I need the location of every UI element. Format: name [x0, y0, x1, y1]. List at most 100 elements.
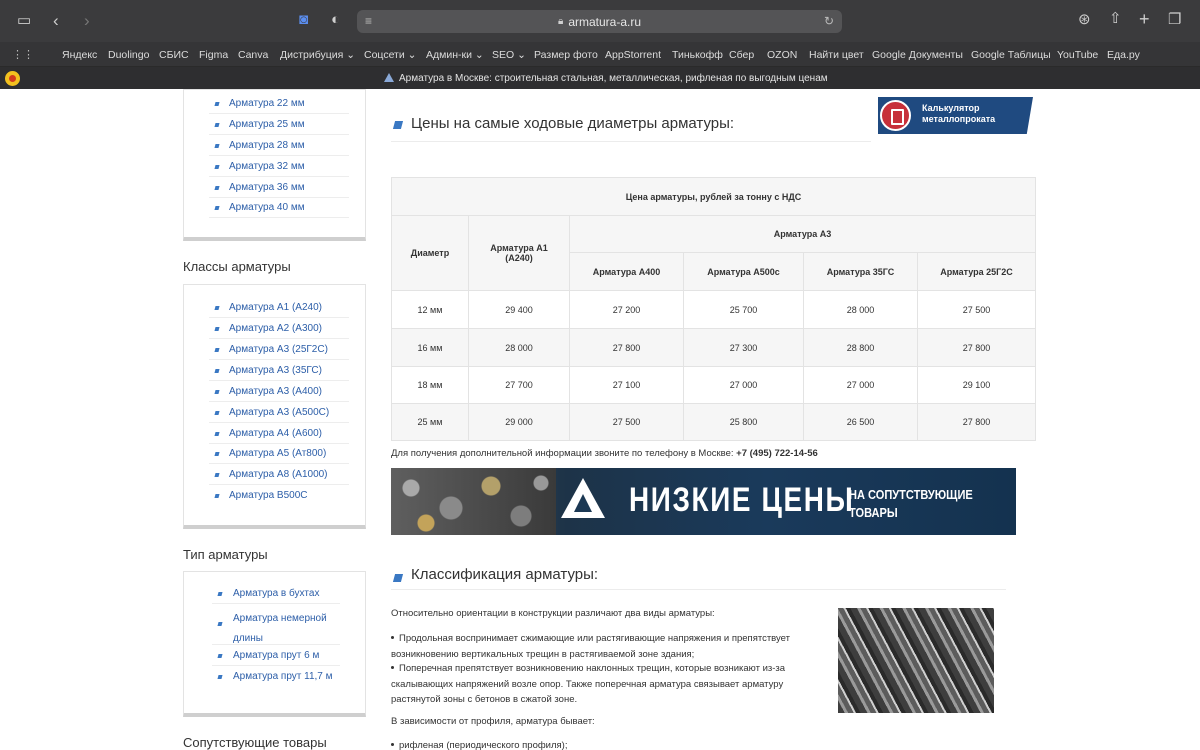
sidebar-item-28mm[interactable]: Арматура 28 мм — [229, 140, 305, 151]
cell-price: 26 500 — [803, 403, 918, 441]
col-header-a1: Арматура А1 (А240) — [468, 215, 570, 291]
bookmark-google-sheets[interactable]: Google Таблицы — [971, 49, 1051, 61]
cell-price: 29 400 — [468, 290, 570, 329]
cell-price: 27 000 — [803, 366, 918, 404]
col-header-35gs: Арматура 35ГС — [803, 252, 918, 291]
classification-title: Классификация арматуры: — [411, 566, 599, 583]
table-row: 12 мм 29 400 27 200 25 700 28 000 27 500 — [391, 290, 1036, 329]
sidebar-icon[interactable]: ▭ — [17, 13, 31, 28]
sidebar-item-25mm[interactable]: Арматура 25 мм — [229, 119, 305, 130]
cell-price: 29 100 — [917, 366, 1036, 404]
sidebar-item-a2[interactable]: Арматура А2 (А300) — [229, 323, 322, 334]
bookmark-tinkoff[interactable]: Тинькофф — [672, 49, 723, 61]
sidebar-item-a3-35gs[interactable]: Арматура А3 (35ГС) — [229, 365, 322, 376]
reader-icon[interactable]: ≡ — [365, 14, 372, 28]
apps-grid-icon[interactable]: ⋮⋮ — [12, 48, 34, 61]
bookmark-duolingo[interactable]: Duolingo — [108, 49, 149, 61]
col-header-25g2s: Арматура 25Г2С — [917, 252, 1036, 291]
bookmark-sbis[interactable]: СБИС — [159, 49, 189, 61]
sidebar-item-a3-a500c[interactable]: Арматура А3 (А500С) — [229, 407, 329, 418]
divider — [209, 176, 349, 177]
bookmark-seo[interactable]: SEO ⌄ — [492, 49, 526, 61]
banner-subline: НА СОПУТСТВУЮЩИЕ ТОВАРЫ — [849, 486, 973, 522]
divider — [209, 197, 349, 198]
cell-price: 27 500 — [917, 290, 1036, 329]
col-header-a400: Арматура А400 — [569, 252, 684, 291]
cell-price: 27 500 — [569, 403, 684, 441]
classification-item-text: Поперечная препятствует возникновению на… — [391, 663, 786, 705]
bookmark-google-docs[interactable]: Google Документы — [872, 49, 963, 61]
sidebar-item-22mm[interactable]: Арматура 22 мм — [229, 98, 305, 109]
bookmark-youtube[interactable]: YouTube — [1057, 49, 1098, 61]
share-icon[interactable]: ⇧ — [1109, 11, 1122, 26]
bookmark-appstorrent[interactable]: AppStorrent — [605, 49, 661, 61]
bookmark-eda[interactable]: Еда.ру — [1107, 49, 1140, 61]
forward-icon[interactable]: › — [84, 12, 90, 29]
bookmark-socials[interactable]: Соцсети ⌄ — [364, 49, 416, 61]
sidebar-item-a3-25g2s[interactable]: Арматура А3 (25Г2С) — [229, 344, 328, 355]
bookmark-ozon[interactable]: OZON — [767, 49, 797, 61]
bookmark-admin[interactable]: Админ-ки ⌄ — [426, 49, 484, 61]
bookmark-yandex[interactable]: Яндекс — [62, 49, 97, 61]
sidebar-related-title: Сопутствующие товары — [183, 735, 327, 750]
sidebar-item-a1[interactable]: Арматура А1 (А240) — [229, 302, 322, 313]
bookmark-photo-size[interactable]: Размер фото — [534, 49, 598, 61]
sidebar-item-random-length[interactable]: Арматура немерной длины — [233, 609, 333, 649]
tab-active[interactable]: Арматура в Москве: строительная стальная… — [384, 72, 828, 84]
cell-price: 25 800 — [683, 403, 804, 441]
divider — [212, 644, 340, 645]
classification-item: Поперечная препятствует возникновению на… — [391, 661, 816, 708]
extension-icon[interactable] — [5, 71, 20, 86]
cell-diameter: 25 мм — [391, 403, 469, 441]
back-icon[interactable]: ‹ — [53, 12, 59, 29]
pocket-icon[interactable]: ◙ — [299, 12, 308, 27]
tab-title-text: Арматура в Москве: строительная стальная… — [399, 73, 828, 84]
classification-item-text: Продольная воспринимает сжимающие или ра… — [391, 633, 790, 660]
tabs-overview-icon[interactable]: ❐ — [1168, 12, 1181, 27]
profile-intro: В зависимости от профиля, арматура бывае… — [391, 716, 595, 727]
cell-price: 27 800 — [569, 328, 684, 367]
shield-icon[interactable]: ◐ — [331, 12, 340, 27]
cell-price: 27 000 — [683, 366, 804, 404]
bookmark-figma[interactable]: Figma — [199, 49, 228, 61]
bullet-icon — [391, 666, 394, 669]
cell-price: 27 700 — [468, 366, 570, 404]
download-icon[interactable]: ⊛ — [1078, 12, 1091, 27]
sidebar-item-32mm[interactable]: Арматура 32 мм — [229, 161, 305, 172]
divider — [209, 380, 349, 381]
price-table: Цена арматуры, рублей за тонну с НДС Диа… — [391, 177, 1036, 441]
new-tab-icon[interactable]: + — [1139, 10, 1150, 28]
sidebar-item-b500c[interactable]: Арматура В500С — [229, 490, 308, 501]
banner-subline-1: НА СОПУТСТВУЮЩИЕ — [849, 487, 973, 502]
promo-banner[interactable]: НИЗКИЕ ЦЕНЫ НА СОПУТСТВУЮЩИЕ ТОВАРЫ — [391, 468, 1016, 535]
divider — [209, 359, 349, 360]
sidebar-item-rod-6m[interactable]: Арматура прут 6 м — [233, 650, 319, 661]
prices-title: Цены на самые ходовые диаметры арматуры: — [411, 115, 735, 132]
col-header-diameter: Диаметр — [391, 215, 469, 291]
divider — [209, 155, 349, 156]
divider — [209, 317, 349, 318]
address-bar[interactable]: ≡ 🔒︎ armatura-a.ru ↻ — [357, 10, 842, 33]
cell-price: 28 800 — [803, 328, 918, 367]
bookmark-distribution[interactable]: Дистрибуция ⌄ — [280, 49, 355, 61]
rebar-photo — [838, 608, 994, 713]
sidebar-item-a3-a400[interactable]: Арматура А3 (А400) — [229, 386, 322, 397]
phone-number[interactable]: +7 (495) 722-14-56 — [736, 448, 818, 459]
bookmark-find-color[interactable]: Найти цвет — [809, 49, 864, 61]
col-header-a3-group: Арматура А3 — [569, 215, 1036, 253]
sidebar-item-a4[interactable]: Арматура А4 (А600) — [229, 428, 322, 439]
sidebar-item-coils[interactable]: Арматура в бухтах — [233, 588, 319, 599]
sidebar-item-36mm[interactable]: Арматура 36 мм — [229, 182, 305, 193]
sidebar-item-a5[interactable]: Арматура А5 (Ат800) — [229, 448, 326, 459]
divider — [209, 113, 349, 114]
calculator-icon — [880, 100, 911, 131]
bookmark-sber[interactable]: Сбер — [729, 49, 754, 61]
bookmark-canva[interactable]: Canva — [238, 49, 268, 61]
table-caption: Цена арматуры, рублей за тонну с НДС — [391, 177, 1036, 216]
sidebar-item-a8[interactable]: Арматура А8 (А1000) — [229, 469, 328, 480]
banner-hardware-image — [391, 468, 556, 535]
sidebar-item-rod-11-7m[interactable]: Арматура прут 11,7 м — [233, 671, 333, 682]
sidebar-item-40mm[interactable]: Арматура 40 мм — [229, 202, 305, 213]
cell-price: 28 000 — [468, 328, 570, 367]
reload-icon[interactable]: ↻ — [824, 14, 834, 28]
